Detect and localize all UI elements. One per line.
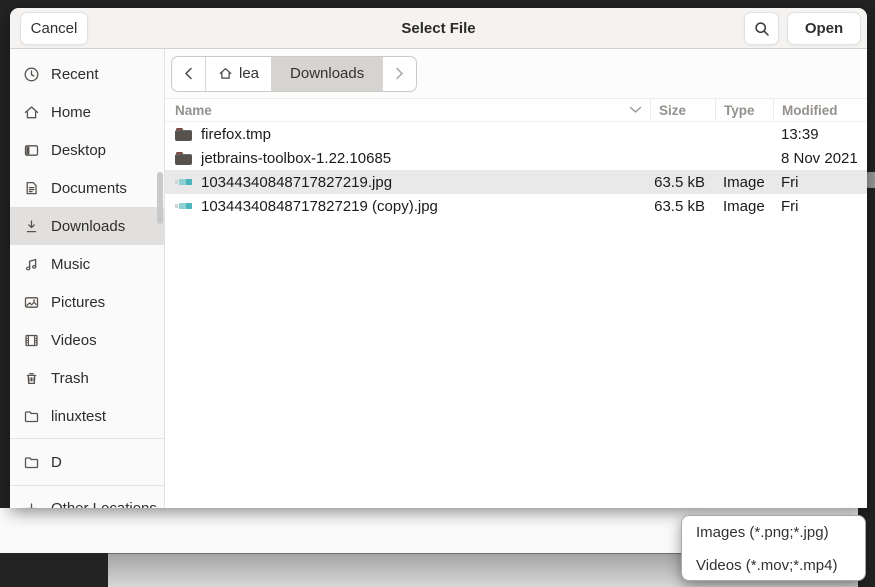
sidebar-item-label: Desktop — [51, 142, 106, 159]
chevron-right-icon — [395, 67, 404, 80]
sidebar-item-label: D — [51, 454, 62, 471]
pathbar-current-segment[interactable]: Downloads — [271, 57, 382, 91]
sidebar-item-label: Trash — [51, 370, 89, 387]
column-header-modified[interactable]: Modified — [773, 99, 867, 121]
sidebar-item-recent[interactable]: Recent — [10, 55, 164, 93]
sidebar-item-label: Downloads — [51, 218, 125, 235]
column-header-type[interactable]: Type — [715, 99, 773, 121]
sort-chevron-down-icon[interactable] — [629, 106, 642, 114]
file-chooser-dialog: Select File Cancel Open Recent — [10, 8, 867, 508]
file-row-jpg-copy[interactable]: 10344340848717827219 (copy).jpg 63.5 kB … — [165, 194, 867, 218]
folder-icon — [23, 408, 40, 425]
screen: Select File Cancel Open Recent — [0, 0, 875, 587]
file-name: jetbrains-toolbox-1.22.10685 — [201, 150, 391, 167]
file-name: 10344340848717827219.jpg — [201, 174, 392, 191]
sidebar-item-label: Recent — [51, 66, 99, 83]
sidebar-item-home[interactable]: Home — [10, 93, 164, 131]
picture-icon — [23, 294, 40, 311]
image-thumbnail-icon — [175, 179, 192, 186]
sidebar-item-documents[interactable]: Documents — [10, 169, 164, 207]
home-icon — [218, 66, 233, 81]
plus-icon — [23, 500, 40, 509]
sidebar-item-label: Other Locations — [51, 500, 157, 509]
cancel-button[interactable]: Cancel — [20, 12, 88, 45]
file-type-filter-popup: Images (*.png;*.jpg) Videos (*.mov;*.mp4… — [681, 515, 866, 581]
clock-icon — [23, 66, 40, 83]
file-size: 63.5 kB — [650, 174, 715, 191]
music-note-icon — [23, 256, 40, 273]
search-icon — [754, 21, 770, 37]
sidebar-item-music[interactable]: Music — [10, 245, 164, 283]
sidebar-item-other-locations[interactable]: Other Locations — [10, 489, 164, 508]
list-header: Name Size Type Modified — [165, 99, 867, 122]
sidebar-item-videos[interactable]: Videos — [10, 321, 164, 359]
file-list: firefox.tmp 13:39 jetbrains-toolbox-1.22… — [165, 122, 867, 218]
folder-icon — [175, 128, 192, 141]
sidebar-item-d[interactable]: D — [10, 443, 164, 481]
file-row-jpg-selected[interactable]: 10344340848717827219.jpg 63.5 kB Image F… — [165, 170, 867, 194]
pathbar-home-label: lea — [239, 65, 259, 82]
background-scrollbar-tab[interactable] — [866, 172, 875, 188]
sidebar-item-desktop[interactable]: Desktop — [10, 131, 164, 169]
sidebar-item-linuxtest[interactable]: linuxtest — [10, 397, 164, 435]
pathbar: lea Downloads — [171, 56, 417, 92]
pathbar-home-segment[interactable]: lea — [205, 57, 271, 91]
file-modified: 13:39 — [773, 126, 867, 143]
sidebar-item-label: Home — [51, 104, 91, 121]
sidebar-item-label: Pictures — [51, 294, 105, 311]
sidebar-item-label: Music — [51, 256, 90, 273]
file-row-jetbrains-toolbox[interactable]: jetbrains-toolbox-1.22.10685 8 Nov 2021 — [165, 146, 867, 170]
column-header-name[interactable]: Name — [165, 103, 650, 118]
file-modified: Fri — [773, 174, 867, 191]
desktop-icon — [23, 142, 40, 159]
folder-icon — [175, 152, 192, 165]
dialog-title: Select File — [10, 8, 867, 49]
file-row-firefox-tmp[interactable]: firefox.tmp 13:39 — [165, 122, 867, 146]
filter-option-videos[interactable]: Videos (*.mov;*.mp4) — [682, 549, 865, 581]
file-name: firefox.tmp — [201, 126, 271, 143]
column-header-size[interactable]: Size — [650, 99, 715, 121]
document-icon — [23, 180, 40, 197]
places-sidebar: Recent Home Desktop Documents Downloads — [10, 49, 165, 508]
sidebar-item-trash[interactable]: Trash — [10, 359, 164, 397]
sidebar-separator — [10, 438, 164, 439]
headerbar-actions: Open — [744, 12, 861, 45]
file-browser: lea Downloads Name Size Type — [165, 49, 867, 508]
download-icon — [23, 218, 40, 235]
sidebar-separator — [10, 485, 164, 486]
search-button[interactable] — [744, 12, 779, 45]
file-modified: 8 Nov 2021 — [773, 150, 867, 167]
sidebar-item-label: linuxtest — [51, 408, 106, 425]
file-size: 63.5 kB — [650, 198, 715, 215]
sidebar-item-label: Documents — [51, 180, 127, 197]
folder-icon — [23, 454, 40, 471]
filter-option-images[interactable]: Images (*.png;*.jpg) — [682, 516, 865, 549]
trash-icon — [23, 370, 40, 387]
open-button[interactable]: Open — [787, 12, 861, 45]
sidebar-item-pictures[interactable]: Pictures — [10, 283, 164, 321]
dialog-body: Recent Home Desktop Documents Downloads — [10, 49, 867, 508]
file-type: Image — [715, 174, 773, 191]
pathbar-row: lea Downloads — [165, 49, 867, 99]
back-button[interactable] — [172, 57, 205, 91]
file-name: 10344340848717827219 (copy).jpg — [201, 198, 438, 215]
chevron-left-icon — [184, 67, 193, 80]
film-icon — [23, 332, 40, 349]
headerbar: Select File Cancel Open — [10, 8, 867, 49]
file-type: Image — [715, 198, 773, 215]
file-modified: Fri — [773, 198, 867, 215]
sidebar-item-downloads[interactable]: Downloads — [10, 207, 164, 245]
sidebar-scrollbar-thumb[interactable] — [157, 172, 163, 224]
forward-button[interactable] — [382, 57, 416, 91]
home-icon — [23, 104, 40, 121]
sidebar-item-label: Videos — [51, 332, 97, 349]
image-thumbnail-icon — [175, 203, 192, 210]
